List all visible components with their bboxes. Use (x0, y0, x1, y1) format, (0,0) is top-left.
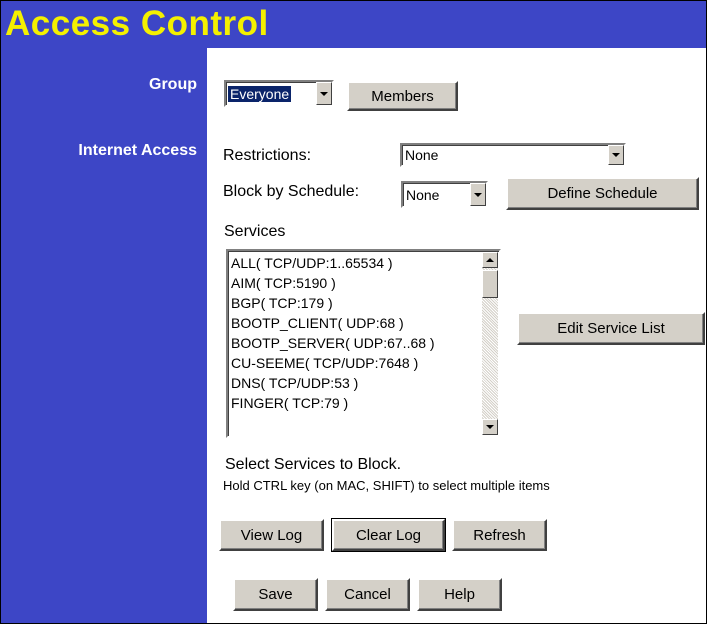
restrictions-label: Restrictions: (223, 147, 312, 164)
services-list: ALL( TCP/UDP:1..65534 ) AIM( TCP:5190 ) … (230, 253, 481, 413)
services-label: Services (224, 223, 286, 240)
edit-service-list-button[interactable]: Edit Service List (517, 312, 705, 345)
clear-log-button[interactable]: Clear Log (331, 518, 446, 552)
list-item[interactable]: AIM( TCP:5190 ) (230, 273, 481, 293)
list-item[interactable]: ALL( TCP/UDP:1..65534 ) (230, 253, 481, 273)
arrow-down-icon[interactable] (482, 419, 498, 435)
list-item[interactable]: BOOTP_CLIENT( UDP:68 ) (230, 313, 481, 333)
services-listbox[interactable]: ALL( TCP/UDP:1..65534 ) AIM( TCP:5190 ) … (226, 249, 501, 438)
sidebar: Group Internet Access (1, 48, 207, 623)
title-bar: Access Control (1, 1, 706, 48)
members-button[interactable]: Members (347, 81, 458, 111)
view-log-button[interactable]: View Log (219, 519, 324, 551)
group-selected-value: Everyone (228, 85, 292, 102)
define-schedule-button[interactable]: Define Schedule (506, 177, 699, 210)
refresh-button[interactable]: Refresh (452, 519, 547, 551)
access-control-page: Access Control Group Internet Access Eve… (0, 0, 707, 624)
chevron-down-icon[interactable] (316, 82, 332, 105)
help-button[interactable]: Help (417, 578, 502, 611)
cancel-button[interactable]: Cancel (325, 578, 410, 611)
services-scrollbar[interactable] (482, 252, 498, 435)
arrow-up-icon[interactable] (482, 252, 498, 268)
group-label: Group (149, 76, 197, 93)
internet-access-label: Internet Access (78, 142, 197, 159)
schedule-selected-value: None (406, 186, 440, 203)
block-by-schedule-label: Block by Schedule: (223, 183, 360, 200)
restrictions-select[interactable]: None (400, 143, 626, 167)
chevron-down-icon[interactable] (608, 145, 624, 165)
chevron-down-icon[interactable] (470, 183, 486, 206)
group-select[interactable]: Everyone (224, 80, 334, 107)
services-instruction: Select Services to Block. (225, 456, 402, 473)
list-item[interactable]: CU-SEEME( TCP/UDP:7648 ) (230, 353, 481, 373)
restrictions-selected-value: None (405, 147, 439, 163)
services-hint: Hold CTRL key (on MAC, SHIFT) to select … (223, 478, 550, 493)
list-item[interactable]: BGP( TCP:179 ) (230, 293, 481, 313)
schedule-select[interactable]: None (401, 181, 488, 208)
list-item[interactable]: DNS( TCP/UDP:53 ) (230, 373, 481, 393)
scroll-thumb[interactable] (482, 270, 498, 298)
save-button[interactable]: Save (233, 578, 318, 611)
list-item[interactable]: FINGER( TCP:79 ) (230, 393, 481, 413)
list-item[interactable]: BOOTP_SERVER( UDP:67..68 ) (230, 333, 481, 353)
page-title: Access Control (5, 4, 269, 43)
